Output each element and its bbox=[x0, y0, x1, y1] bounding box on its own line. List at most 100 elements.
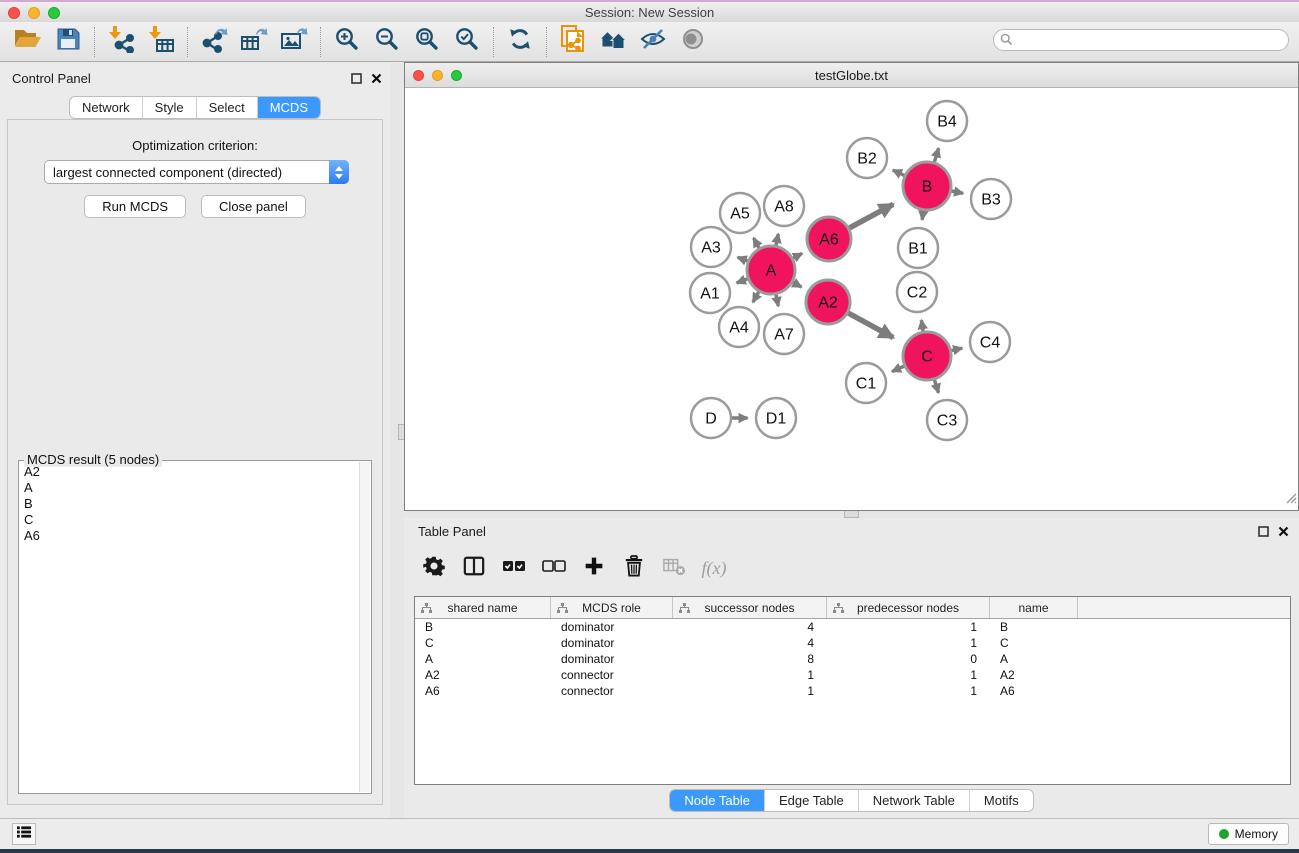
close-panel-icon[interactable] bbox=[371, 71, 382, 89]
zoom-out-button[interactable] bbox=[367, 25, 407, 59]
graph-node-C3[interactable]: C3 bbox=[927, 400, 967, 440]
show-graphics-details-button[interactable] bbox=[673, 25, 713, 59]
table-tab-node-table[interactable]: Node Table bbox=[670, 790, 764, 811]
table-tab-edge-table[interactable]: Edge Table bbox=[764, 790, 858, 811]
result-item[interactable]: A bbox=[20, 480, 358, 496]
result-list-scrollbar[interactable] bbox=[359, 462, 370, 792]
tab-mcds[interactable]: MCDS bbox=[257, 97, 320, 118]
zoom-selected-button[interactable] bbox=[447, 25, 487, 59]
table-row[interactable]: Bdominator41B bbox=[415, 619, 1290, 635]
horizontal-splitter-handle[interactable] bbox=[844, 510, 859, 518]
close-panel-icon[interactable] bbox=[1278, 524, 1289, 542]
graph-node-A6[interactable]: A6 bbox=[807, 217, 851, 261]
graph-edge-C-C4[interactable] bbox=[951, 348, 962, 350]
graph-edge-C-C3[interactable] bbox=[934, 380, 938, 393]
graph-node-A5[interactable]: A5 bbox=[720, 193, 760, 233]
delete-entry-button[interactable] bbox=[618, 553, 650, 583]
graph-node-A8[interactable]: A8 bbox=[764, 186, 804, 226]
float-panel-icon[interactable] bbox=[351, 71, 362, 89]
function-builder-button[interactable]: f(x) bbox=[698, 553, 730, 583]
graph-node-C2[interactable]: C2 bbox=[897, 272, 937, 312]
hide-graphics-details-button[interactable] bbox=[633, 25, 673, 59]
result-item[interactable]: A2 bbox=[20, 464, 358, 480]
table-tab-network-table[interactable]: Network Table bbox=[858, 790, 969, 811]
result-item[interactable]: B bbox=[20, 496, 358, 512]
graph-edge-A-A2[interactable] bbox=[793, 282, 802, 287]
graph-edge-B-B3[interactable] bbox=[951, 191, 963, 193]
home-view-button[interactable] bbox=[593, 25, 633, 59]
table-row[interactable]: Cdominator41C bbox=[415, 635, 1290, 651]
deselect-all-button[interactable] bbox=[538, 553, 570, 583]
graph-edge-A-A5[interactable] bbox=[754, 238, 759, 248]
column-header-successor-nodes[interactable]: successor nodes bbox=[673, 597, 827, 618]
table-row[interactable]: A2connector11A2 bbox=[415, 667, 1290, 683]
delete-table-button[interactable] bbox=[658, 553, 690, 583]
add-button[interactable] bbox=[578, 553, 610, 583]
search-input[interactable] bbox=[993, 29, 1289, 51]
float-panel-icon[interactable] bbox=[1258, 524, 1269, 542]
maximize-window-button[interactable] bbox=[48, 7, 60, 19]
graph-node-B3[interactable]: B3 bbox=[971, 179, 1011, 219]
graph-node-C4[interactable]: C4 bbox=[970, 322, 1010, 362]
graph-node-A[interactable]: A bbox=[747, 246, 795, 294]
graph-node-A3[interactable]: A3 bbox=[691, 227, 731, 267]
graph-node-B4[interactable]: B4 bbox=[927, 101, 967, 141]
minimize-window-button[interactable] bbox=[28, 7, 40, 19]
graph-edge-A6-B[interactable] bbox=[849, 204, 893, 228]
import-table-button[interactable] bbox=[141, 25, 181, 59]
graph-node-A7[interactable]: A7 bbox=[764, 314, 804, 354]
graph-edge-B-B4[interactable] bbox=[934, 148, 938, 162]
node-table[interactable]: shared nameMCDS rolesuccessor nodesprede… bbox=[414, 596, 1291, 785]
graph-node-D1[interactable]: D1 bbox=[756, 398, 796, 438]
window-resize-grip[interactable] bbox=[1283, 490, 1297, 509]
network-close-button[interactable] bbox=[413, 70, 424, 81]
close-panel-button[interactable]: Close panel bbox=[201, 195, 306, 218]
memory-button[interactable]: Memory bbox=[1208, 823, 1289, 845]
network-window-titlebar[interactable]: testGlobe.txt bbox=[405, 63, 1298, 88]
graph-edge-A-A4[interactable] bbox=[753, 292, 759, 302]
refresh-network-button[interactable] bbox=[500, 25, 540, 59]
result-item[interactable]: A6 bbox=[20, 528, 358, 544]
graph-node-C[interactable]: C bbox=[903, 332, 951, 380]
import-network-button[interactable] bbox=[101, 25, 141, 59]
run-mcds-button[interactable]: Run MCDS bbox=[84, 195, 186, 218]
table-row[interactable]: Adominator80A bbox=[415, 651, 1290, 667]
select-all-button[interactable] bbox=[498, 553, 530, 583]
export-network-button[interactable] bbox=[194, 25, 234, 59]
close-window-button[interactable] bbox=[8, 7, 20, 19]
mcds-result-list[interactable]: A2ABCA6 bbox=[20, 464, 358, 792]
network-maximize-button[interactable] bbox=[451, 70, 462, 81]
graph-edge-A-A1[interactable] bbox=[737, 279, 748, 283]
graph-node-A2[interactable]: A2 bbox=[806, 280, 850, 324]
result-item[interactable]: C bbox=[20, 512, 358, 528]
tab-select[interactable]: Select bbox=[196, 97, 257, 118]
graph-edge-A-A6[interactable] bbox=[793, 253, 802, 258]
graph-node-D[interactable]: D bbox=[691, 398, 731, 438]
column-header-shared-name[interactable]: shared name bbox=[415, 597, 551, 618]
column-selector-button[interactable] bbox=[458, 553, 490, 583]
column-header-name[interactable]: name bbox=[990, 597, 1078, 618]
network-minimize-button[interactable] bbox=[432, 70, 443, 81]
save-session-button[interactable] bbox=[48, 25, 88, 59]
table-options-button[interactable] bbox=[418, 553, 450, 583]
graph-edge-B-B1[interactable] bbox=[922, 211, 923, 220]
export-image-button[interactable] bbox=[274, 25, 314, 59]
export-table-button[interactable] bbox=[234, 25, 274, 59]
graph-node-B2[interactable]: B2 bbox=[847, 138, 887, 178]
graph-node-B1[interactable]: B1 bbox=[898, 228, 938, 268]
graph-node-A1[interactable]: A1 bbox=[690, 273, 730, 313]
zoom-fit-button[interactable] bbox=[407, 25, 447, 59]
graph-edge-A2-C[interactable] bbox=[848, 313, 893, 338]
graph-edge-C-C2[interactable] bbox=[921, 320, 923, 331]
tab-style[interactable]: Style bbox=[142, 97, 196, 118]
table-row[interactable]: A6connector11A6 bbox=[415, 683, 1290, 699]
column-header-predecessor-nodes[interactable]: predecessor nodes bbox=[827, 597, 990, 618]
graph-edge-C-C1[interactable] bbox=[892, 366, 904, 371]
graph-edge-A-A7[interactable] bbox=[776, 294, 778, 306]
graph-node-C1[interactable]: C1 bbox=[846, 363, 886, 403]
open-session-button[interactable] bbox=[8, 25, 48, 59]
column-header-mcds-role[interactable]: MCDS role bbox=[551, 597, 673, 618]
show-panels-button[interactable] bbox=[12, 823, 36, 845]
graph-node-B[interactable]: B bbox=[903, 162, 951, 210]
zoom-in-button[interactable] bbox=[327, 25, 367, 59]
